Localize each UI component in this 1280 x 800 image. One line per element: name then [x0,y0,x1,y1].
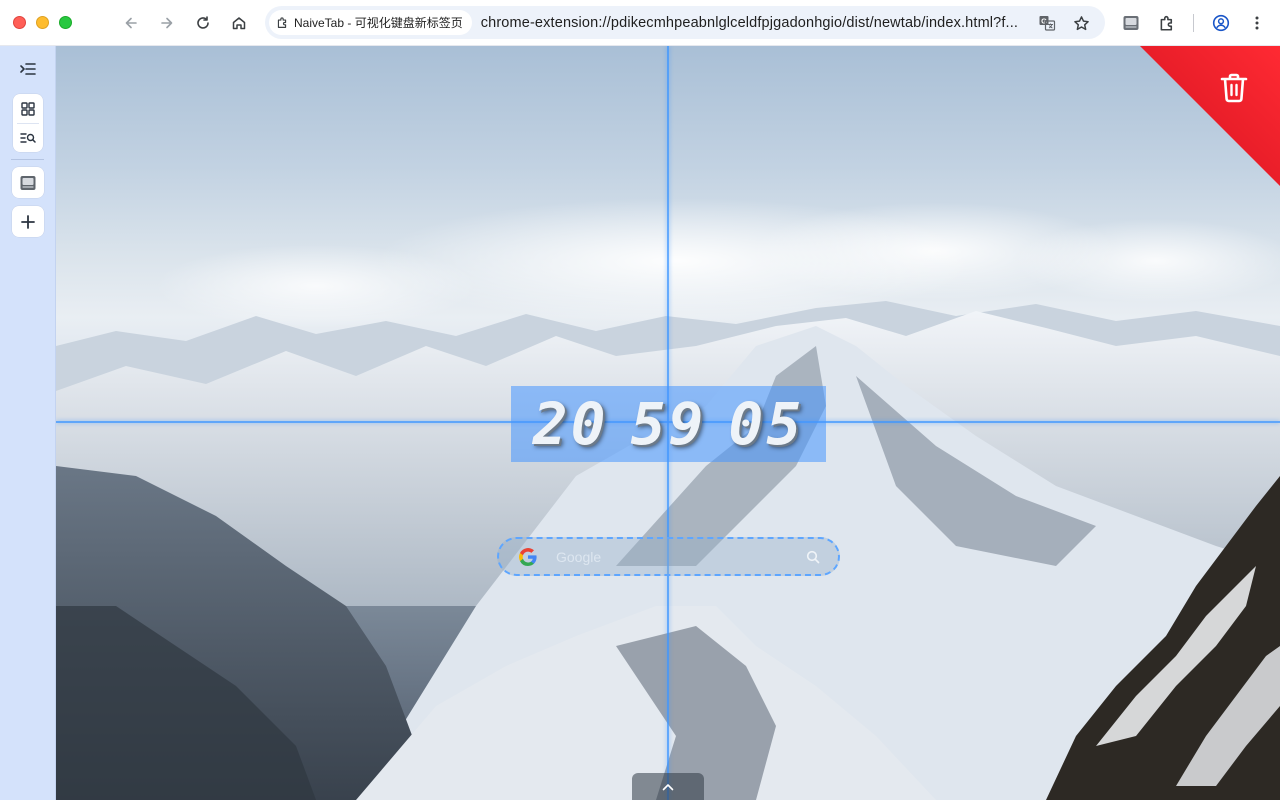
trash-corner[interactable] [1140,46,1280,186]
site-info-chip[interactable]: NaiveTab - 可视化键盘新标签页 [269,10,472,35]
clock-seconds: 05 [728,390,805,458]
google-logo-icon[interactable] [518,547,538,567]
profile-button[interactable] [1209,11,1233,35]
sidebar-divider [11,159,44,160]
sidebar [0,46,56,800]
clock-hours: 20 [532,390,609,458]
plus-icon [21,214,35,229]
sidebar-item-grid-view[interactable] [13,94,43,123]
newtab-background: 20 59 05 [56,46,1280,800]
address-bar[interactable]: NaiveTab - 可视化键盘新标签页 chrome-extension://… [265,6,1105,39]
translate-button[interactable]: G [1036,12,1058,34]
kebab-menu-icon [1255,16,1259,30]
url-text[interactable]: chrome-extension://pdikecmhpeabnlglceldf… [481,15,1031,31]
naivetab-icon [20,175,36,190]
bookmark-button[interactable] [1070,12,1092,34]
site-chip-label: NaiveTab - 可视化键盘新标签页 [294,16,463,30]
star-icon [1073,15,1089,30]
back-button[interactable] [119,11,143,35]
forward-button[interactable] [155,11,179,35]
window-close-button[interactable] [13,16,26,29]
extensions-button[interactable] [1155,11,1179,35]
home-button[interactable] [227,11,251,35]
page-viewport: 20 59 05 [0,46,1280,800]
sidebar-view-group [13,94,43,152]
toolbar-separator [1193,14,1194,32]
search-bar[interactable] [497,537,840,576]
sidebar-item-naivetab[interactable] [12,167,44,198]
window-maximize-button[interactable] [59,16,72,29]
search-icon[interactable] [806,550,820,564]
grid-icon [21,101,35,116]
reload-button[interactable] [191,11,215,35]
list-search-icon [20,132,36,143]
browser-menu-button[interactable] [1245,11,1269,35]
trash-icon[interactable] [1219,72,1249,104]
sidebar-item-add[interactable] [12,206,44,237]
browser-toolbar: NaiveTab - 可视化键盘新标签页 chrome-extension://… [0,0,1280,46]
extension-puzzle-icon [277,17,287,28]
sidebar-item-search-list[interactable] [13,123,43,152]
reload-icon [197,16,209,29]
profile-icon [1212,14,1230,32]
clock-minutes: 59 [630,390,707,458]
digital-clock[interactable]: 20 59 05 [511,386,826,462]
collapse-sidebar-icon [20,63,36,75]
naivetab-extension-button[interactable] [1119,11,1143,35]
translate-icon: G [1039,16,1056,31]
search-input[interactable] [556,544,786,569]
naivetab-extension-icon [1123,16,1139,30]
sidebar-toggle-button[interactable] [16,58,40,80]
arrow-left-icon [125,17,137,29]
window-minimize-button[interactable] [36,16,49,29]
puzzle-icon [1160,15,1173,31]
home-icon [232,17,246,30]
chevron-up-icon [662,783,674,790]
expand-panel-button[interactable] [632,773,704,800]
arrow-right-icon [161,17,173,29]
